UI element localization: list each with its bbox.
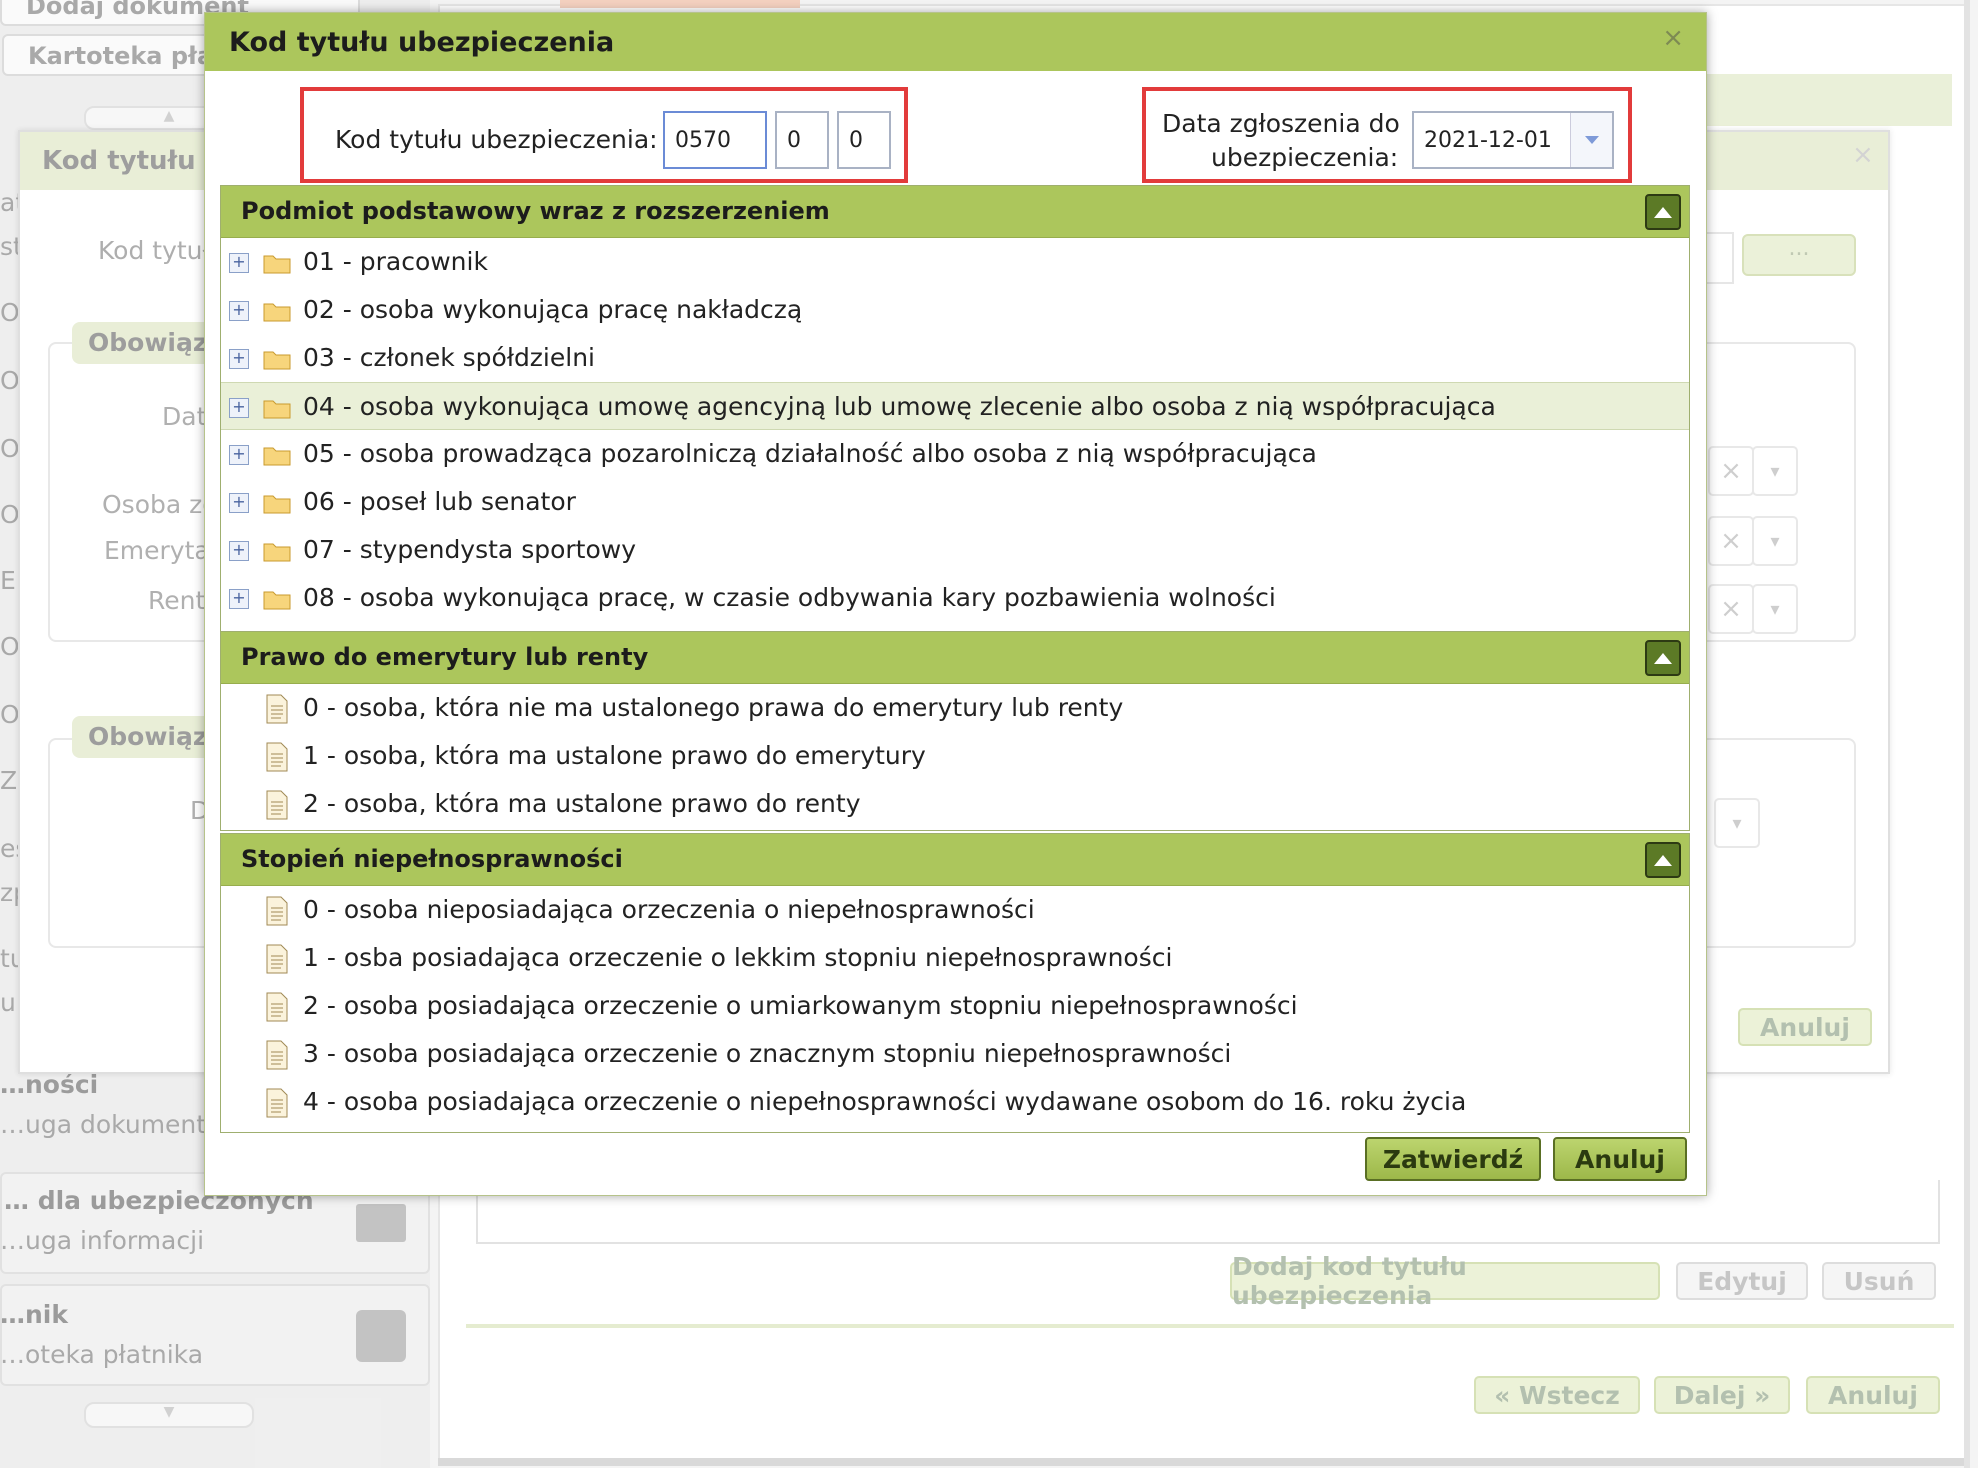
section-disability-header: Stopień niepełnosprawności [221, 834, 1689, 886]
section-basic-subject-title: Podmiot podstawowy wraz z rozszerzeniem [241, 197, 830, 225]
tree-item-label: 05 - osoba prowadząca pozarolniczą dział… [303, 439, 1317, 468]
folder-icon [263, 591, 291, 610]
section-pension-right-header: Prawo do emerytury lub renty [221, 632, 1689, 684]
tree-item-08[interactable]: + 08 - osoba wykonująca pracę, w czasie … [221, 574, 1689, 622]
expand-icon[interactable]: + [229, 253, 249, 273]
collapse-icon[interactable] [1645, 842, 1681, 878]
tree-item-05[interactable]: + 05 - osoba prowadząca pozarolniczą dzi… [221, 430, 1689, 478]
date-dropdown-button[interactable] [1570, 113, 1612, 167]
section-basic-subject-header: Podmiot podstawowy wraz z rozszerzeniem [221, 186, 1689, 238]
tree-item-label: 02 - osoba wykonująca pracę nakładczą [303, 295, 803, 324]
close-icon[interactable]: × [1662, 23, 1684, 53]
list-item-label: 1 - osba posiadająca orzeczenie o lekkim… [303, 943, 1173, 972]
expand-icon[interactable]: + [229, 398, 249, 418]
folder-icon [263, 447, 291, 466]
folder-icon [263, 400, 291, 419]
tree-list-basic: + 01 - pracownik + 02 - osoba wykonująca… [221, 238, 1689, 634]
list-item-pension-2[interactable]: 2 - osoba, która ma ustalone prawo do re… [221, 780, 1689, 828]
confirm-button[interactable]: Zatwierdź [1365, 1137, 1541, 1181]
list-item-label: 2 - osoba posiadająca orzeczenie o umiar… [303, 991, 1298, 1020]
document-icon [266, 694, 288, 724]
list-pension: 0 - osoba, która nie ma ustalonego prawa… [221, 684, 1689, 832]
folder-icon [263, 543, 291, 562]
list-item-disability-3[interactable]: 3 - osoba posiadająca orzeczenie o znacz… [221, 1030, 1689, 1078]
document-icon [266, 790, 288, 820]
expand-icon[interactable]: + [229, 301, 249, 321]
list-item-disability-0[interactable]: 0 - osoba nieposiadająca orzeczenia o ni… [221, 886, 1689, 934]
list-item-label: 0 - osoba, która nie ma ustalonego prawa… [303, 693, 1124, 722]
list-item-pension-1[interactable]: 1 - osoba, która ma ustalone prawo do em… [221, 732, 1689, 780]
list-item-label: 2 - osoba, która ma ustalone prawo do re… [303, 789, 861, 818]
chevron-down-icon [1584, 136, 1599, 144]
tree-item-label: 06 - poseł lub senator [303, 487, 576, 516]
tree-item-01[interactable]: + 01 - pracownik [221, 238, 1689, 286]
tree-item-label: 08 - osoba wykonująca pracę, w czasie od… [303, 583, 1276, 612]
tree-item-label: 03 - członek spółdzielni [303, 343, 595, 372]
list-disability: 0 - osoba nieposiadająca orzeczenia o ni… [221, 886, 1689, 1132]
document-icon [266, 944, 288, 974]
tree-item-03[interactable]: + 03 - członek spółdzielni [221, 334, 1689, 382]
folder-icon [263, 351, 291, 370]
cancel-button[interactable]: Anuluj [1553, 1137, 1687, 1181]
section-pension-right: Prawo do emerytury lub renty 0 - osoba, … [220, 631, 1690, 831]
collapse-icon[interactable] [1645, 194, 1681, 230]
list-item-disability-4[interactable]: 4 - osoba posiadająca orzeczenie o niepe… [221, 1078, 1689, 1126]
document-icon [266, 1040, 288, 1070]
list-item-label: 3 - osoba posiadająca orzeczenie o znacz… [303, 1039, 1232, 1068]
insurance-code-modal: Kod tytułu ubezpieczenia × Kod tytułu ub… [204, 12, 1707, 1196]
list-item-label: 0 - osoba nieposiadająca orzeczenia o ni… [303, 895, 1035, 924]
modal-header: Kod tytułu ubezpieczenia × [205, 13, 1706, 71]
tree-item-07[interactable]: + 07 - stypendysta sportowy [221, 526, 1689, 574]
expand-icon[interactable]: + [229, 493, 249, 513]
tree-item-label: 01 - pracownik [303, 247, 488, 276]
document-icon [266, 1088, 288, 1118]
list-item-disability-1[interactable]: 1 - osba posiadająca orzeczenie o lekkim… [221, 934, 1689, 982]
tree-item-02[interactable]: + 02 - osoba wykonująca pracę nakładczą [221, 286, 1689, 334]
expand-icon[interactable]: + [229, 349, 249, 369]
tree-item-06[interactable]: + 06 - poseł lub senator [221, 478, 1689, 526]
list-item-label: 1 - osoba, która ma ustalone prawo do em… [303, 741, 926, 770]
date-label-line-1: Data zgłoszenia do [1162, 109, 1400, 138]
date-label-line-2: ubezpieczenia: [1211, 143, 1399, 172]
expand-icon[interactable]: + [229, 589, 249, 609]
code-label: Kod tytułu ubezpieczenia: [335, 125, 658, 154]
section-pension-right-title: Prawo do emerytury lub renty [241, 643, 649, 671]
section-disability-title: Stopień niepełnosprawności [241, 845, 623, 873]
document-icon [266, 742, 288, 772]
code-input-extension[interactable]: 0 [775, 111, 829, 169]
list-item-pension-0[interactable]: 0 - osoba, która nie ma ustalonego prawa… [221, 684, 1689, 732]
document-icon [266, 896, 288, 926]
section-basic-subject: Podmiot podstawowy wraz z rozszerzeniem … [220, 185, 1690, 633]
document-icon [266, 992, 288, 1022]
folder-icon [263, 255, 291, 274]
tree-item-label: 04 - osoba wykonująca umowę agencyjną lu… [303, 392, 1496, 421]
folder-icon [263, 495, 291, 514]
tree-item-label: 07 - stypendysta sportowy [303, 535, 637, 564]
modal-title: Kod tytułu ubezpieczenia [229, 27, 615, 58]
list-item-disability-2[interactable]: 2 - osoba posiadająca orzeczenie o umiar… [221, 982, 1689, 1030]
folder-icon [263, 303, 291, 322]
list-item-label: 4 - osoba posiadająca orzeczenie o niepe… [303, 1087, 1467, 1116]
collapse-icon[interactable] [1645, 640, 1681, 676]
expand-icon[interactable]: + [229, 541, 249, 561]
expand-icon[interactable]: + [229, 445, 249, 465]
code-input-disability[interactable]: 0 [837, 111, 891, 169]
code-input-main[interactable]: 0570 [663, 111, 767, 169]
section-disability: Stopień niepełnosprawności 0 - osoba nie… [220, 833, 1690, 1133]
tree-item-04[interactable]: + 04 - osoba wykonująca umowę agencyjną … [221, 382, 1689, 430]
